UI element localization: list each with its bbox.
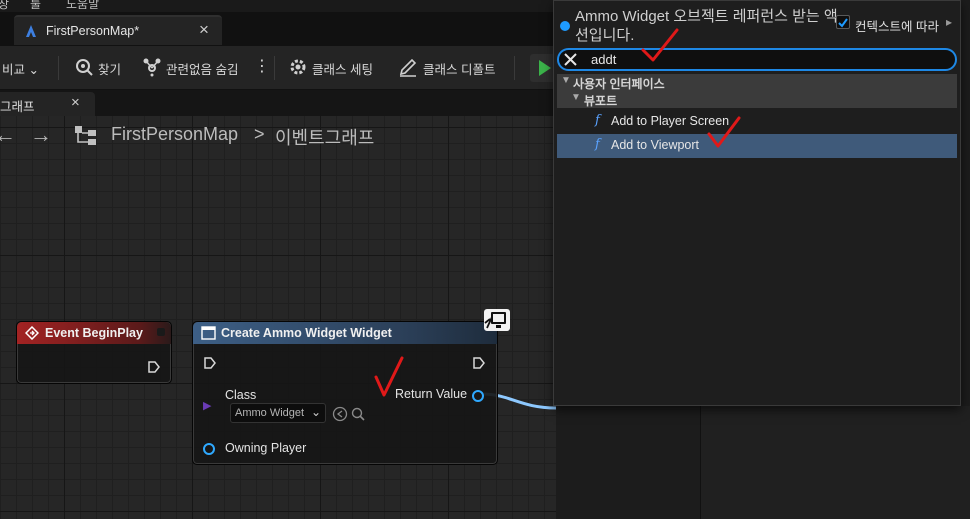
- exec-out-pin[interactable]: [472, 356, 486, 370]
- exec-in-pin[interactable]: [203, 356, 217, 370]
- side-panel: [700, 406, 970, 519]
- category-viewport[interactable]: ▼ 뷰포트: [557, 92, 957, 108]
- class-settings-button[interactable]: 클래스 세팅: [312, 59, 373, 78]
- clear-search-icon[interactable]: [563, 52, 578, 67]
- search-icon[interactable]: [74, 57, 94, 77]
- event-icon: [25, 326, 39, 340]
- toolbar-separator: [514, 56, 515, 80]
- category-label: 뷰포트: [584, 94, 618, 108]
- breadcrumb-map[interactable]: FirstPersonMap: [111, 124, 238, 145]
- find-button[interactable]: 찾기: [98, 59, 121, 78]
- class-label: Class: [225, 388, 257, 402]
- blueprint-icon: [26, 25, 36, 37]
- use-selected-icon[interactable]: [332, 406, 348, 422]
- hierarchy-icon: [75, 126, 96, 145]
- expand-arrow-icon: ▼: [571, 92, 581, 103]
- exec-out-pin[interactable]: [147, 360, 161, 374]
- menu-help[interactable]: 도움말: [66, 0, 99, 12]
- network-icon: [484, 309, 510, 331]
- context-dot-icon: [560, 21, 570, 31]
- return-value-pin[interactable]: [472, 390, 484, 402]
- chevron-down-icon: ⌄: [28, 63, 39, 77]
- graph-tab-label: 그래프: [0, 100, 35, 114]
- context-sensitive-checkbox[interactable]: [836, 15, 850, 29]
- diff-button[interactable]: 비교 ⌄: [2, 59, 39, 78]
- menu-window[interactable]: 창: [0, 0, 9, 12]
- action-label: Add to Player Screen: [611, 114, 730, 128]
- node-header: Create Ammo Widget Widget: [193, 322, 497, 344]
- diff-label: 비교: [2, 63, 26, 77]
- close-icon[interactable]: ×: [199, 20, 209, 40]
- expand-arrow-icon: ▼: [561, 75, 571, 86]
- class-pin[interactable]: ▶: [203, 399, 215, 412]
- return-value-label: Return Value: [395, 387, 468, 401]
- close-icon[interactable]: ×: [71, 94, 80, 111]
- chevron-down-icon: ⌄: [311, 405, 322, 419]
- popup-title: Ammo Widget 오브젝트 레퍼런스 받는 액션입니다.: [575, 8, 838, 44]
- node-header: Event BeginPlay: [17, 322, 171, 344]
- category-user-interface[interactable]: ▼ 사용자 인터페이스: [557, 74, 957, 92]
- class-dropdown[interactable]: Ammo Widget ⌄: [230, 403, 326, 423]
- action-add-to-player-screen[interactable]: f Add to Player Screen: [557, 110, 957, 134]
- breadcrumb: ← → FirstPersonMap > 이벤트그래프: [0, 116, 556, 154]
- pencil-icon[interactable]: [398, 57, 418, 77]
- graph-tab[interactable]: 그래프 ×: [0, 92, 95, 117]
- category-label: 사용자 인터페이스: [573, 77, 665, 91]
- search-input-value: addt: [591, 52, 617, 67]
- create-widget-node[interactable]: Create Ammo Widget Widget ▶ Class Ammo W…: [192, 321, 498, 465]
- back-arrow-icon[interactable]: ←: [0, 122, 16, 148]
- browse-icon[interactable]: [350, 406, 366, 422]
- menu-tools[interactable]: 툴: [30, 0, 41, 12]
- toolbar-separator: [274, 56, 275, 80]
- more-options-icon[interactable]: ⋮: [254, 56, 270, 76]
- gear-icon[interactable]: [288, 57, 308, 77]
- node-title: Event BeginPlay: [45, 326, 143, 340]
- node-title: Create Ammo Widget Widget: [221, 326, 392, 340]
- document-tab-title: FirstPersonMap*: [46, 24, 140, 38]
- action-add-to-viewport[interactable]: f Add to Viewport: [557, 134, 957, 158]
- checkmark-icon: [838, 18, 848, 28]
- action-label: Add to Viewport: [611, 138, 700, 152]
- function-icon: f: [595, 113, 600, 128]
- owning-player-pin[interactable]: [203, 443, 215, 455]
- document-tab[interactable]: FirstPersonMap* ×: [14, 15, 222, 45]
- chevron-right-icon[interactable]: ▸: [946, 15, 952, 29]
- class-defaults-button[interactable]: 클래스 디폴트: [423, 59, 495, 78]
- delegate-pin[interactable]: [157, 328, 165, 336]
- search-input[interactable]: addt: [557, 48, 957, 71]
- widget-icon: [201, 326, 216, 340]
- class-dropdown-value: Ammo Widget: [235, 407, 305, 419]
- toolbar-separator: [58, 56, 59, 80]
- toolbar: 비교 ⌄ 찾기 관련없음 숨김 ⋮ 클래스 세팅 클래스 디폴트: [0, 46, 560, 90]
- forward-arrow-icon[interactable]: →: [30, 122, 52, 148]
- function-icon: f: [595, 137, 600, 152]
- breadcrumb-separator: >: [254, 124, 265, 144]
- context-sensitive-label: 컨텍스트에 따라: [855, 20, 939, 34]
- event-beginplay-node[interactable]: Event BeginPlay: [16, 321, 172, 384]
- owning-player-label: Owning Player: [225, 441, 307, 455]
- breadcrumb-graph[interactable]: 이벤트그래프: [275, 124, 374, 150]
- hide-unrelated-button[interactable]: 관련없음 숨김: [166, 59, 238, 78]
- hide-unrelated-icon[interactable]: [142, 57, 162, 77]
